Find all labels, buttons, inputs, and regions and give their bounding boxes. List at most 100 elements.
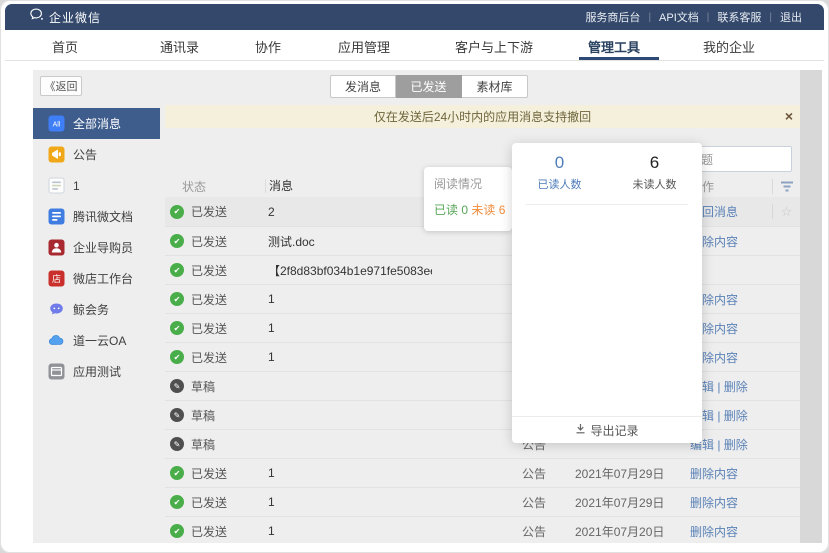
tab-material-library[interactable]: 素材库 [462, 75, 528, 98]
table-row[interactable]: 草稿 编辑 | 删除 [165, 371, 800, 400]
status-sent-icon [170, 321, 184, 335]
sidebar-item-label: 微店工作台 [73, 270, 133, 287]
chat-bubble-icon [48, 301, 65, 318]
table-row[interactable]: 已发送 1 公告 2021年07月29日 删除内容 [165, 458, 800, 487]
back-button[interactable]: 《返回 [40, 76, 82, 96]
read-status-header: 阅读情况 [434, 175, 512, 192]
sidebar-item-label: 道一云OA [73, 332, 126, 349]
star-icon[interactable]: ☆ [781, 204, 793, 219]
sidebar-item-microshop-workbench[interactable]: 店 微店工作台 [33, 263, 160, 294]
status-sent-icon [170, 495, 184, 509]
read-count-inline[interactable]: 已读 0 [434, 203, 468, 217]
status-sent-icon [170, 524, 184, 538]
app-sidebar: All 全部消息 公告 1 腾讯微文档 [33, 108, 160, 387]
delete-content-link[interactable]: 删除内容 [690, 467, 738, 481]
topbar: 企业微信 服务商后台 | API文档 | 联系客服 | 退出 [5, 4, 824, 30]
download-icon [575, 423, 586, 437]
list-note-icon [48, 177, 65, 194]
sidebar-item-label: 1 [73, 179, 80, 193]
app-window: 企业微信 服务商后台 | API文档 | 联系客服 | 退出 首页 通讯录 协作… [0, 0, 829, 553]
status-draft-icon [170, 379, 184, 393]
sidebar-item-label: 公告 [73, 146, 97, 163]
sidebar-item-announcement[interactable]: 公告 [33, 139, 160, 170]
recall-notice-bar: 仅在发送后24小时内的应用消息支持撤回 × [165, 105, 800, 128]
nav-my-company[interactable]: 我的企业 [703, 37, 755, 56]
contact-support-link[interactable]: 联系客服 [709, 9, 769, 25]
topbar-links: 服务商后台 | API文档 | 联系客服 | 退出 [577, 4, 810, 30]
header-message: 消息 [265, 179, 432, 193]
nav-contacts[interactable]: 通讯录 [160, 37, 199, 56]
status-sent-icon [170, 205, 184, 219]
provider-console-link[interactable]: 服务商后台 [577, 9, 648, 25]
table-row[interactable]: 已发送 1 删除内容 [165, 342, 800, 371]
nav-customers[interactable]: 客户与上下游 [455, 37, 533, 56]
status-sent-icon [170, 466, 184, 480]
table-row[interactable]: 已发送 【2f8d83bf034b1e971fe5083eea... [165, 255, 800, 284]
export-records-label: 导出记录 [590, 422, 638, 439]
status-sent-icon [170, 292, 184, 306]
sidebar-item-label: 应用测试 [73, 363, 121, 380]
tab-send-message[interactable]: 发消息 [330, 75, 396, 98]
sidebar-item-app-test[interactable]: 应用测试 [33, 356, 160, 387]
right-gutter [800, 70, 822, 543]
delete-content-link[interactable]: 删除内容 [690, 496, 738, 510]
sidebar-item-shopping-guide[interactable]: 企业导购员 [33, 232, 160, 263]
document-icon [48, 208, 65, 225]
close-icon[interactable]: × [785, 108, 793, 124]
status-sent-icon [170, 234, 184, 248]
unread-count-label: 未读人数 [607, 176, 702, 192]
sidebar-item-daoyiyun-oa[interactable]: 道一云OA [33, 325, 160, 356]
read-status-bubble: 阅读情况 已读 0 未读 6 [424, 167, 512, 231]
cloud-icon [48, 332, 65, 349]
sidebar-item-tencent-docs[interactable]: 腾讯微文档 [33, 201, 160, 232]
header-status: 状态 [165, 178, 265, 195]
status-sent-icon [170, 263, 184, 277]
message-tabs: 发消息 已发送 素材库 [330, 75, 528, 98]
content-area: 《返回 发消息 已发送 素材库 All 全部消息 公告 [33, 70, 800, 543]
status-sent-icon [170, 350, 184, 364]
sidebar-item-whale-conference[interactable]: 鲸会务 [33, 294, 160, 325]
person-badge-icon [48, 239, 65, 256]
all-badge-icon: All [48, 115, 65, 132]
unread-count: 6 [607, 153, 702, 173]
status-draft-icon [170, 408, 184, 422]
delete-content-link[interactable]: 删除内容 [690, 525, 738, 539]
app-window-icon [48, 363, 65, 380]
table-row[interactable]: 已发送 1 公告 2021年07月29日 删除内容 [165, 487, 800, 516]
main-navbar: 首页 通讯录 协作 应用管理 客户与上下游 管理工具 我的企业 [5, 30, 824, 61]
app-title: 企业微信 [49, 9, 101, 26]
megaphone-icon [48, 146, 65, 163]
sidebar-item-1[interactable]: 1 [33, 170, 160, 201]
notice-text: 仅在发送后24小时内的应用消息支持撤回 [374, 108, 591, 125]
nav-admin-tools[interactable]: 管理工具 [588, 37, 640, 56]
nav-home[interactable]: 首页 [52, 37, 78, 56]
svg-text:All: All [53, 122, 61, 129]
api-docs-link[interactable]: API文档 [651, 9, 707, 25]
sidebar-item-label: 腾讯微文档 [73, 208, 133, 225]
chat-bubble-logo-icon [29, 7, 44, 27]
unread-count-inline[interactable]: 未读 6 [471, 203, 505, 217]
sidebar-item-label: 鲸会务 [73, 301, 109, 318]
sidebar-item-label: 企业导购员 [73, 239, 133, 256]
popup-divider [526, 204, 688, 205]
sidebar-item-label: 全部消息 [73, 115, 121, 132]
status-draft-icon [170, 437, 184, 451]
table-row[interactable]: 草稿 编辑 | 删除 [165, 400, 800, 429]
table-row[interactable]: 已发送 1 公告 2021年07月20日 删除内容 [165, 516, 800, 543]
table-row[interactable]: 已发送 1 删除内容 [165, 313, 800, 342]
sidebar-item-all-messages[interactable]: All 全部消息 [33, 108, 160, 139]
filter-icon[interactable] [780, 181, 794, 192]
tab-sent[interactable]: 已发送 [396, 75, 462, 98]
read-count-label: 已读人数 [512, 176, 607, 192]
nav-app-management[interactable]: 应用管理 [338, 37, 390, 56]
app-logo: 企业微信 [29, 7, 101, 27]
table-row[interactable]: 草稿 公告 编辑 | 删除 [165, 429, 800, 458]
table-row[interactable]: 已发送 1 删除内容 [165, 284, 800, 313]
read-count: 0 [512, 153, 607, 173]
nav-collaboration[interactable]: 协作 [255, 37, 281, 56]
export-records-button[interactable]: 导出记录 [512, 416, 702, 443]
svg-text:店: 店 [52, 273, 61, 284]
shop-icon: 店 [48, 270, 65, 287]
logout-link[interactable]: 退出 [772, 9, 810, 25]
active-tab-underline [579, 57, 659, 60]
